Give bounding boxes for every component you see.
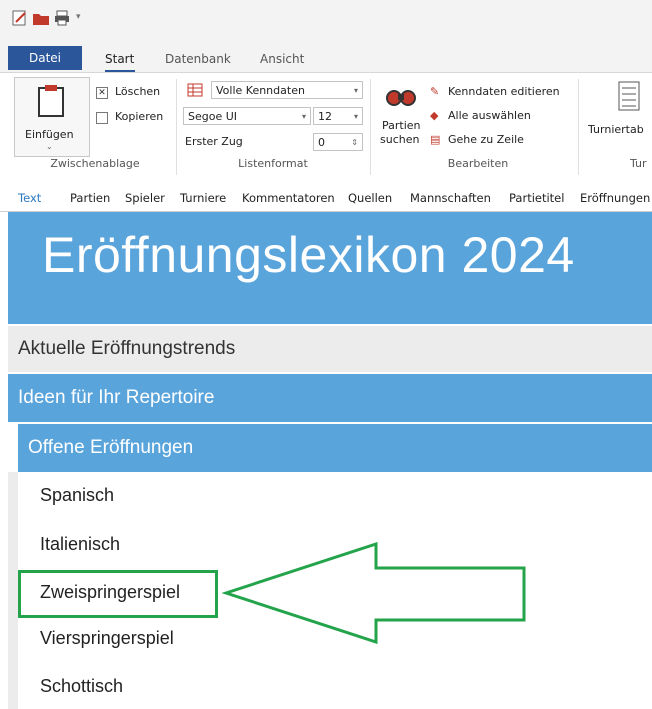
tab-file[interactable]: Datei [8,46,82,70]
page-title: Eröffnungslexikon 2024 [42,227,575,283]
delete-icon: ✕ [96,87,108,99]
highlight-box [18,570,218,618]
tab-players[interactable]: Spieler [125,191,165,205]
data-columns-value: Volle Kenndaten [216,84,305,97]
clipboard-group-label: Zwischenablage [50,157,140,170]
font-size-select[interactable]: 12 ▾ [313,107,363,125]
format-table-icon [187,83,203,97]
view-tabs: Text Partien Spieler Turniere Kommentato… [0,185,652,212]
goto-line-button[interactable]: Gehe zu Zeile [448,133,524,146]
separator [578,79,579,175]
search-games-label-1: Partien [382,119,421,132]
search-games-button[interactable]: Partien suchen [378,81,424,153]
chevron-down-icon: ▾ [301,112,306,121]
chevron-down-icon: ▾ [353,86,358,95]
select-all-button[interactable]: Alle auswählen [448,109,531,122]
tab-sources[interactable]: Quellen [348,191,392,205]
tab-tournaments[interactable]: Turniere [180,191,226,205]
tab-game-titles[interactable]: Partietitel [509,191,564,205]
select-all-icon: ◆ [430,109,439,122]
font-select[interactable]: Segoe UI ▾ [183,107,311,125]
delete-button[interactable]: Löschen [115,85,160,98]
tab-view[interactable]: Ansicht [260,52,304,66]
subsection-open-openings[interactable]: Offene Eröffnungen [18,424,652,472]
tab-database[interactable]: Datenbank [165,52,231,66]
page-title-band: Eröffnungslexikon 2024 [8,212,652,324]
list-item-scotch[interactable]: Schottisch [40,676,123,697]
section-label: Ideen für Ihr Repertoire [18,387,215,408]
font-size-value: 12 [318,110,332,123]
paste-dropdown-icon[interactable]: ⌄ [46,142,53,151]
tournament-table-icon [618,81,640,111]
search-games-label-2: suchen [380,133,420,146]
open-folder-icon[interactable] [32,10,50,26]
section-label: Aktuelle Eröffnungstrends [18,338,236,359]
tab-openings[interactable]: Eröffnungen [580,191,650,205]
tab-start[interactable]: Start [105,52,134,66]
goto-line-icon: ▤ [430,133,441,146]
ribbon: Einfügen ⌄ ✕ Löschen Kopieren Zwischenab… [0,72,652,186]
list-item-italian[interactable]: Italienisch [40,534,120,555]
separator [370,79,371,175]
section-current-trends[interactable]: Aktuelle Eröffnungstrends [8,326,652,372]
edit-data-button[interactable]: Kenndaten editieren [448,85,560,98]
indent-strip [8,472,18,709]
list-format-group-label: Listenformat [238,157,308,170]
binoculars-icon [386,90,416,106]
first-move-stepper[interactable]: 0 ⇕ [313,133,363,151]
pointer-arrow-icon [222,542,526,644]
first-move-label: Erster Zug [185,135,243,148]
stepper-arrows-icon: ⇕ [351,138,358,147]
tournament-group-label: Tur [630,157,647,170]
print-icon[interactable] [54,10,70,26]
list-item-four-knights[interactable]: Vierspringerspiel [40,628,174,649]
section-repertoire-ideas[interactable]: Ideen für Ihr Repertoire [8,374,652,422]
copy-button[interactable]: Kopieren [115,110,163,123]
subsection-label: Offene Eröffnungen [28,437,194,458]
tab-teams[interactable]: Mannschaften [410,191,491,205]
clipboard-icon [38,85,64,117]
tab-commentators[interactable]: Kommentatoren [242,191,335,205]
tab-games[interactable]: Partien [70,191,110,205]
separator [176,79,177,175]
pencil-icon: ✎ [430,85,440,98]
chevron-down-icon: ▾ [353,112,358,121]
list-item-spanish[interactable]: Spanisch [40,485,114,506]
first-move-value: 0 [318,136,325,149]
copy-icon [96,112,108,124]
ribbon-tabs: Datei Start Datenbank Ansicht [0,40,652,72]
edit-group-label: Bearbeiten [447,157,509,170]
new-document-icon[interactable] [12,10,28,26]
paste-button[interactable]: Einfügen ⌄ [14,77,90,157]
tab-text[interactable]: Text [18,191,41,205]
data-columns-select[interactable]: Volle Kenndaten ▾ [211,81,363,99]
paste-label: Einfügen [25,128,74,141]
font-value: Segoe UI [188,110,238,123]
tournament-table-button[interactable]: Turniertab [588,123,644,136]
customize-toolbar-icon[interactable]: ▾ [76,12,81,22]
quick-access-toolbar: ▾ [0,0,652,40]
